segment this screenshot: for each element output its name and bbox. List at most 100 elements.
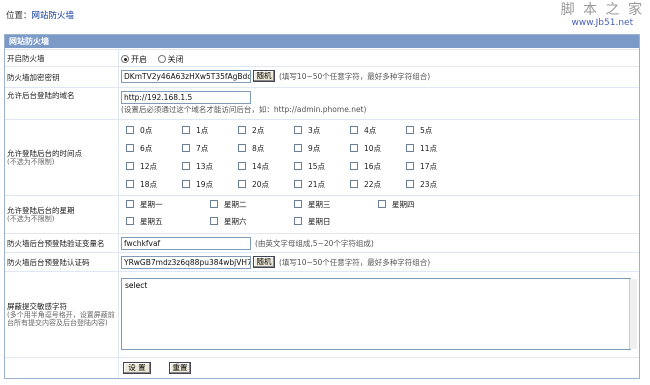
checkbox-label: 10点 [364, 144, 382, 153]
hour-checkbox-23[interactable]: 23点 [406, 180, 437, 189]
hour-checkbox-2[interactable]: 2点 [238, 126, 264, 135]
filter-textarea[interactable] [121, 278, 631, 350]
weekday-checkbox-3[interactable]: 星期三 [294, 200, 331, 209]
submit-button[interactable]: 设 置 [123, 362, 151, 374]
filter-label: 屏蔽提交敏感字符 [7, 301, 67, 311]
filter-label-block: 屏蔽提交敏感字符 (多个用半角逗号格开，设置屏蔽前台所有提交内容及后台登陆内容) [7, 272, 115, 357]
hour-checkbox-1[interactable]: 1点 [182, 126, 208, 135]
enable-on-label: 开启 [131, 55, 147, 64]
checkbox-label: 3点 [308, 126, 321, 135]
checkbox-label: 19点 [196, 180, 214, 189]
hour-checkbox-4[interactable]: 4点 [350, 126, 376, 135]
checkbox-icon[interactable] [294, 126, 302, 134]
breadcrumb: 位置：网站防火墙 [6, 9, 74, 21]
hour-checkbox-3[interactable]: 3点 [294, 126, 320, 135]
code-input[interactable]: YRwGB7mdz3z6q88pu384wbjVH78 [121, 256, 251, 269]
weekday-checkbox-5[interactable]: 星期五 [126, 217, 163, 226]
checkbox-icon[interactable] [406, 144, 414, 152]
checkbox-icon[interactable] [182, 144, 190, 152]
hour-checkbox-18[interactable]: 18点 [126, 180, 157, 189]
checkbox-label: 21点 [308, 180, 326, 189]
secret-input[interactable]: DKmTV2y46A63zHXw5T35fAgBdd [121, 70, 251, 83]
hour-checkbox-13[interactable]: 13点 [182, 162, 213, 171]
breadcrumb-link[interactable]: 网站防火墙 [32, 11, 75, 21]
hour-checkbox-6[interactable]: 6点 [126, 144, 152, 153]
hour-checkbox-8[interactable]: 8点 [238, 144, 264, 153]
checkbox-icon[interactable] [406, 162, 414, 170]
enable-on-radio[interactable]: 开启 [121, 55, 147, 64]
hour-checkbox-12[interactable]: 12点 [126, 162, 157, 171]
checkbox-label: 星期三 [308, 200, 331, 209]
checkbox-icon[interactable] [238, 162, 246, 170]
checkbox-icon[interactable] [350, 126, 358, 134]
hour-checkbox-17[interactable]: 17点 [406, 162, 437, 171]
code-random-button[interactable]: 随机 [253, 256, 275, 268]
checkbox-icon[interactable] [238, 180, 246, 188]
checkbox-icon[interactable] [350, 162, 358, 170]
reset-button[interactable]: 重置 [169, 362, 191, 374]
checkbox-label: 星期六 [224, 217, 247, 226]
hour-checkbox-22[interactable]: 22点 [350, 180, 381, 189]
checkbox-icon[interactable] [182, 162, 190, 170]
hour-checkbox-20[interactable]: 20点 [238, 180, 269, 189]
hour-checkbox-21[interactable]: 21点 [294, 180, 325, 189]
checkbox-icon[interactable] [126, 180, 134, 188]
checkbox-icon[interactable] [182, 126, 190, 134]
checkbox-icon[interactable] [126, 144, 134, 152]
domain-input[interactable]: http://192.168.1.5 [121, 91, 251, 104]
checkbox-icon[interactable] [238, 144, 246, 152]
checkbox-icon[interactable] [210, 200, 218, 208]
hour-checkbox-19[interactable]: 19点 [182, 180, 213, 189]
varname-input[interactable]: fwchkfvaf [121, 237, 251, 250]
checkbox-label: 星期五 [140, 217, 163, 226]
enable-row: 开启防火墙 开启 关闭 [5, 49, 639, 66]
checkbox-label: 22点 [364, 180, 382, 189]
checkbox-label: 6点 [140, 144, 153, 153]
checkbox-icon[interactable] [294, 217, 302, 225]
weekday-checkbox-2[interactable]: 星期二 [210, 200, 247, 209]
hour-checkbox-15[interactable]: 15点 [294, 162, 325, 171]
hour-checkbox-0[interactable]: 0点 [126, 126, 152, 135]
checkbox-label: 17点 [420, 162, 438, 171]
checkbox-icon[interactable] [294, 200, 302, 208]
checkbox-label: 1点 [196, 126, 209, 135]
checkbox-icon[interactable] [210, 217, 218, 225]
hour-checkbox-16[interactable]: 16点 [350, 162, 381, 171]
checkbox-icon[interactable] [406, 180, 414, 188]
secret-random-button[interactable]: 随机 [253, 70, 275, 82]
checkbox-icon[interactable] [294, 162, 302, 170]
hour-checkbox-5[interactable]: 5点 [406, 126, 432, 135]
checkbox-icon[interactable] [294, 144, 302, 152]
enable-off-label: 关闭 [167, 55, 184, 64]
checkbox-icon[interactable] [182, 180, 190, 188]
weekdays-checkbox-grid: 星期一 星期二 星期三 星期四星期五 星期六 星期日 [121, 196, 637, 233]
checkbox-icon[interactable] [126, 200, 134, 208]
checkbox-label: 16点 [364, 162, 382, 171]
hour-checkbox-7[interactable]: 7点 [182, 144, 208, 153]
filter-scrollbar[interactable] [629, 279, 637, 349]
weekday-checkbox-6[interactable]: 星期六 [210, 217, 247, 226]
checkbox-icon[interactable] [126, 217, 134, 225]
weekday-checkbox-7[interactable]: 星期日 [294, 217, 331, 226]
weekday-checkbox-4[interactable]: 星期四 [378, 200, 415, 209]
checkbox-icon[interactable] [350, 144, 358, 152]
hour-checkbox-10[interactable]: 10点 [350, 144, 381, 153]
enable-label: 开启防火墙 [7, 53, 45, 63]
hour-checkbox-11[interactable]: 11点 [406, 144, 437, 153]
checkbox-label: 星期二 [224, 200, 247, 209]
checkbox-icon[interactable] [126, 126, 134, 134]
checkbox-icon[interactable] [378, 200, 386, 208]
breadcrumb-prefix: 位置： [6, 11, 32, 21]
checkbox-label: 18点 [140, 180, 158, 189]
checkbox-label: 13点 [196, 162, 214, 171]
weekday-checkbox-1[interactable]: 星期一 [126, 200, 163, 209]
checkbox-icon[interactable] [406, 126, 414, 134]
hour-checkbox-14[interactable]: 14点 [238, 162, 269, 171]
checkbox-icon[interactable] [126, 162, 134, 170]
enable-off-radio[interactable]: 关闭 [157, 55, 184, 64]
hour-checkbox-9[interactable]: 9点 [294, 144, 320, 153]
checkbox-icon[interactable] [350, 180, 358, 188]
checkbox-icon[interactable] [238, 126, 246, 134]
hours-row: 允许登陆后台的时间点 (不选为不限制) 0点 1点 2点 3点 4点 5点 6点 7点 8点 9点… [5, 119, 639, 195]
checkbox-icon[interactable] [294, 180, 302, 188]
